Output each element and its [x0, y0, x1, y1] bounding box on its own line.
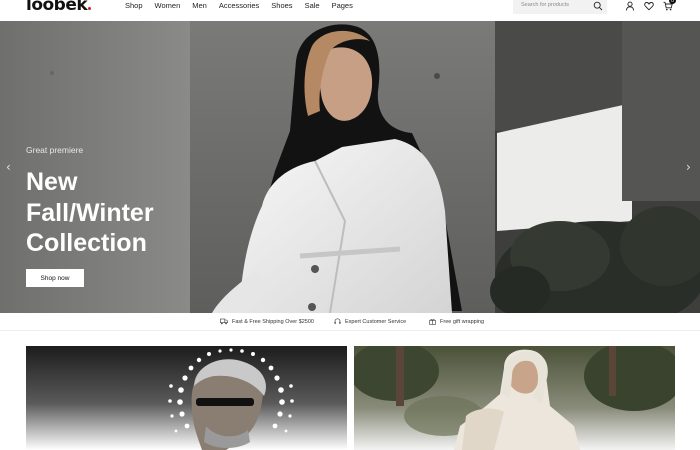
search-icon[interactable]	[593, 1, 603, 11]
nav-item-pages[interactable]: Pages	[332, 1, 353, 10]
main-nav: Shop Women Men Accessories Shoes Sale Pa…	[125, 1, 365, 10]
hero-banner: Great premiere New Fall/Winter Collectio…	[0, 21, 700, 313]
feature-gift-wrapping-text: Free gift wrapping	[440, 318, 485, 325]
feature-shipping: Fast & Free Shipping Over $2500	[220, 318, 314, 325]
logo-dot	[88, 7, 92, 10]
nav-item-accessories[interactable]: Accessories	[219, 1, 259, 10]
promo-card-men[interactable]	[26, 346, 347, 450]
search-input[interactable]	[521, 2, 591, 8]
feature-shipping-text: Fast & Free Shipping Over $2500	[232, 318, 314, 325]
hero-eyebrow: Great premiere	[26, 145, 84, 155]
heart-icon[interactable]	[644, 1, 654, 11]
logo-text: loobek	[26, 0, 88, 15]
hero-title: New Fall/Winter Collection	[26, 167, 226, 259]
features-bar: Fast & Free Shipping Over $2500 Expert C…	[0, 313, 700, 331]
promo-image-men	[26, 346, 347, 450]
carousel-next-arrow-icon[interactable]: ›	[686, 160, 691, 174]
truck-icon	[220, 318, 228, 325]
nav-item-men[interactable]: Men	[192, 1, 207, 10]
nav-item-shoes[interactable]: Shoes	[271, 1, 292, 10]
nav-item-women[interactable]: Women	[155, 1, 181, 10]
carousel-prev-arrow-icon[interactable]: ‹	[6, 160, 11, 174]
feature-customer-service-text: Expert Customer Service	[345, 318, 407, 325]
nav-item-sale[interactable]: Sale	[305, 1, 320, 10]
headset-icon	[334, 318, 341, 324]
promo-card-women[interactable]	[354, 346, 675, 450]
search-box	[513, 0, 607, 14]
nav-item-shop[interactable]: Shop	[125, 1, 143, 10]
shop-now-button[interactable]: Shop now	[26, 269, 84, 287]
logo[interactable]: loobek	[26, 0, 92, 15]
promo-image-women	[354, 346, 675, 450]
feature-customer-service: Expert Customer Service	[334, 318, 406, 325]
hero-title-line-3: Collection	[26, 229, 147, 257]
site-header: loobek Shop Women Men Accessories Shoes …	[0, 0, 700, 20]
user-icon[interactable]	[625, 1, 635, 11]
cart-count-badge: 0	[669, 0, 676, 4]
hero-title-line-1: New	[26, 168, 78, 196]
gift-icon	[429, 318, 436, 325]
feature-gift-wrapping: Free gift wrapping	[429, 318, 484, 325]
hero-title-line-2: Fall/Winter	[26, 198, 154, 227]
